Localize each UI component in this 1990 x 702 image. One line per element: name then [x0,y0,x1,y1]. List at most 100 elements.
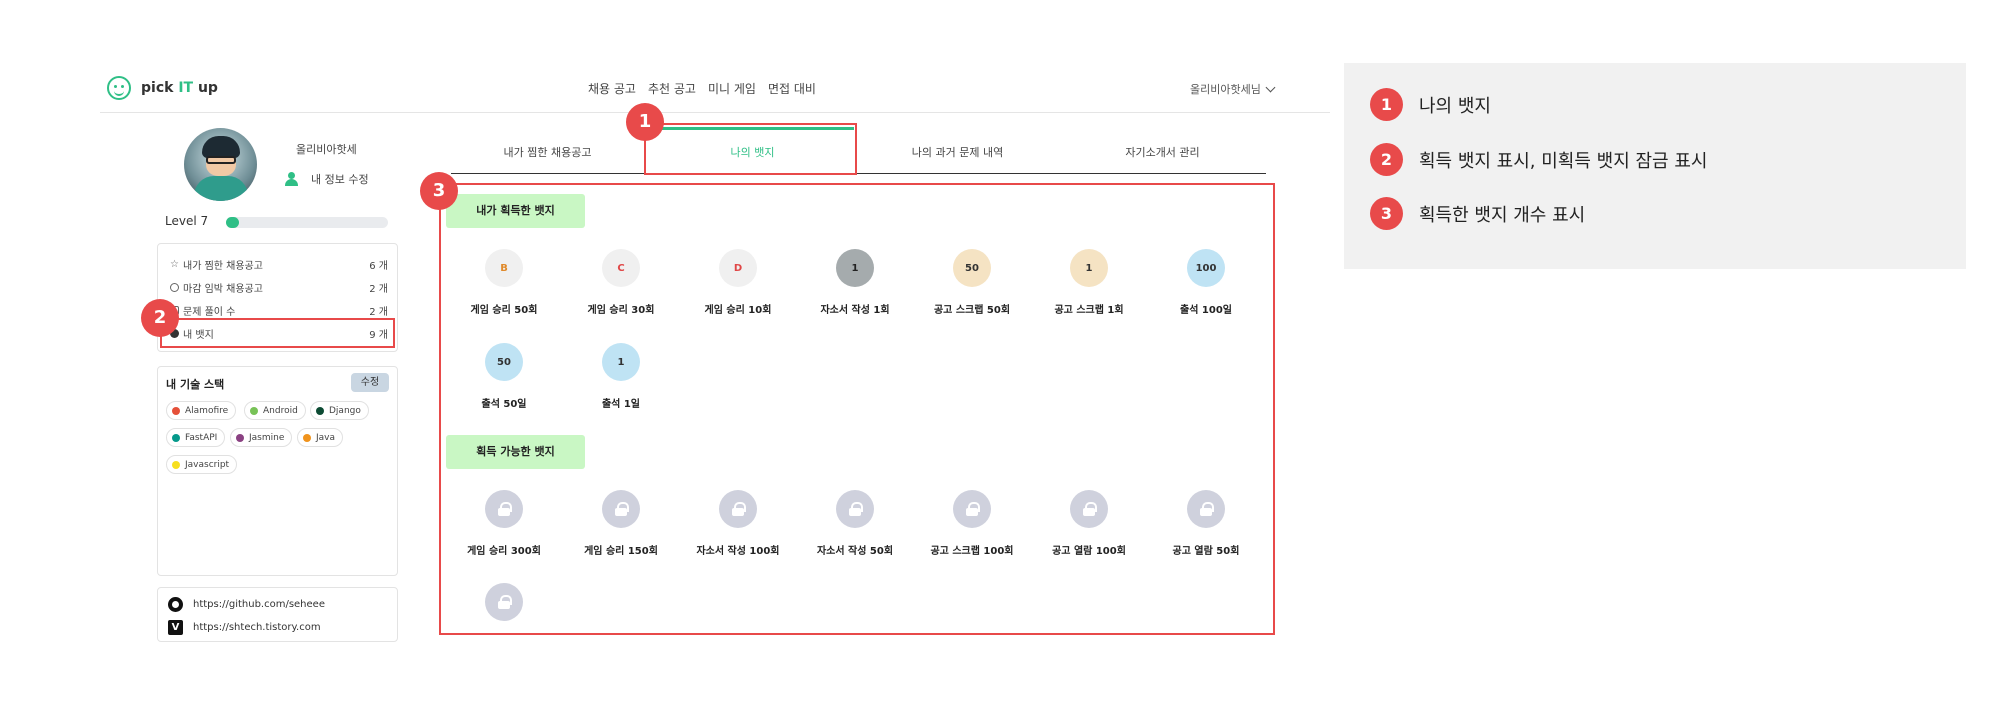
locked-badge[interactable]: 공고 스크랩 100회 [922,490,1022,557]
logo-text: pick IT up [141,80,218,96]
locked-badge[interactable]: 게임 승리 300회 [454,490,554,557]
github-link[interactable]: https://github.com/seheee [168,597,325,612]
locked-badge[interactable] [454,583,554,635]
highlight-box-1 [644,123,857,175]
skills-title: 내 기술 스택 [166,378,225,391]
javascript-icon [172,460,180,469]
badge-name: 게임 승리 30회 [587,305,655,316]
acquired-badges-label: 내가 획득한 뱃지 [446,194,585,228]
skill-chip: Java [297,428,344,447]
skill-chip: FastAPI [166,428,226,447]
locked-badge[interactable]: 공고 열람 50회 [1156,490,1256,557]
fastapi-icon [172,433,180,442]
acquired-badge[interactable]: D 게임 승리 10회 [688,249,788,316]
clock-icon [170,283,179,292]
locked-badge[interactable]: 공고 열람 100회 [1039,490,1139,557]
acquired-badge[interactable]: 50 출석 50일 [454,343,554,410]
legend-panel: 1 나의 뱃지 2 획득 뱃지 표시, 미획득 뱃지 잠금 표시 3 획득한 뱃… [1344,63,1966,269]
acquired-badge[interactable]: 1 출석 1일 [571,343,671,410]
badge-name: 게임 승리 300회 [467,546,541,557]
nav-item-interview[interactable]: 면접 대비 [768,80,816,97]
badge-name: 공고 열람 100회 [1052,546,1126,557]
badge-name: 자소서 작성 100회 [696,546,780,557]
tab-past-problems[interactable]: 나의 과거 문제 내역 [890,144,1025,160]
badge-icon: 1 [602,343,640,381]
skills-edit-button[interactable]: 수정 [351,373,389,392]
badge-name: 게임 승리 10회 [704,305,772,316]
github-icon [168,597,183,612]
badge-name: 출석 1일 [601,399,641,410]
acquired-badge[interactable]: 50 공고 스크랩 50회 [922,249,1022,316]
user-menu-label: 올리비아핫세님 [1190,83,1261,96]
lock-icon [1070,490,1108,528]
user-menu[interactable]: 올리비아핫세님 [1190,81,1276,97]
star-icon: ☆ [170,259,179,270]
acquired-badge[interactable]: 1 자소서 작성 1회 [805,249,905,316]
nav-item-mini-game[interactable]: 미니 게임 [708,80,756,97]
acquired-badge[interactable]: B 게임 승리 50회 [454,249,554,316]
skills-box: 내 기술 스택 수정 Alamofire Android Django Fast… [157,366,398,576]
blog-link[interactable]: V https://shtech.tistory.com [168,620,321,635]
level-label: Level 7 [165,214,209,228]
badge-name: 출석 100일 [1180,305,1232,316]
jasmine-icon [236,433,244,442]
badge-name: 게임 승리 150회 [584,546,658,557]
nav-item-jobs[interactable]: 채용 공고 [588,80,636,97]
tab-liked-jobs[interactable]: 내가 찜한 채용공고 [480,144,615,160]
locked-badge[interactable]: 게임 승리 150회 [571,490,671,557]
lock-icon [953,490,991,528]
legend-item: 3 획득한 뱃지 개수 표시 [1370,197,1585,230]
skill-chip: Android [244,401,306,420]
android-icon [250,406,258,415]
nav-item-recommended[interactable]: 추천 공고 [648,80,696,97]
badge-name: 공고 스크랩 1회 [1054,305,1124,316]
locked-badge[interactable]: 자소서 작성 50회 [805,490,905,557]
acquired-badge[interactable]: C 게임 승리 30회 [571,249,671,316]
level-progress-bar [226,217,388,228]
java-icon [303,433,311,442]
legend-item: 2 획득 뱃지 표시, 미획득 뱃지 잠금 표시 [1370,143,1707,176]
header-divider [100,112,1330,113]
badge-icon: 50 [953,249,991,287]
locked-badge[interactable]: 자소서 작성 100회 [688,490,788,557]
available-badges-label: 획득 가능한 뱃지 [446,435,585,469]
tab-baseline [451,173,1266,174]
lock-icon [602,490,640,528]
lock-icon [485,490,523,528]
alamofire-icon [172,406,180,415]
lock-icon [485,583,523,621]
marker-1: 1 [626,103,664,141]
top-nav: 채용 공고 추천 공고 미니 게임 면접 대비 [588,80,816,97]
badge-icon: 1 [1070,249,1108,287]
logo[interactable]: pick IT up [107,76,218,100]
badge-icon: B [485,249,523,287]
badge-icon: D [719,249,757,287]
acquired-badge[interactable]: 100 출석 100일 [1156,249,1256,316]
stat-row-problems-solved[interactable]: 문제 풀이 수 2 개 [170,303,388,318]
acquired-badge[interactable]: 1 공고 스크랩 1회 [1039,249,1139,316]
badge-name: 자소서 작성 1회 [820,305,890,316]
chevron-down-icon [1265,82,1276,92]
stat-row-liked-jobs[interactable]: ☆ 내가 찜한 채용공고 6 개 [170,257,388,273]
badge-name: 공고 열람 50회 [1172,546,1240,557]
edit-profile-button[interactable]: 내 정보 수정 [285,171,369,187]
level-progress-fill [226,217,239,228]
lock-icon [836,490,874,528]
stat-row-deadline-jobs[interactable]: 마감 임박 채용공고 2 개 [170,280,388,295]
badge-icon: C [602,249,640,287]
badge-name: 공고 스크랩 100회 [930,546,1014,557]
skill-chip: Jasmine [230,428,293,447]
user-edit-icon [285,172,303,186]
badge-name: 공고 스크랩 50회 [933,305,1011,316]
avatar [184,128,257,201]
badge-name: 자소서 작성 50회 [816,546,894,557]
django-icon [316,406,324,415]
edit-profile-label: 내 정보 수정 [311,173,369,186]
badge-icon: 50 [485,343,523,381]
logo-face-icon [107,76,131,100]
links-box: https://github.com/seheee V https://shte… [157,587,398,642]
nickname: 올리비아핫세 [296,143,357,156]
tab-cover-letter[interactable]: 자기소개서 관리 [1100,144,1225,160]
lock-icon [1187,490,1225,528]
skill-chip: Django [310,401,369,420]
